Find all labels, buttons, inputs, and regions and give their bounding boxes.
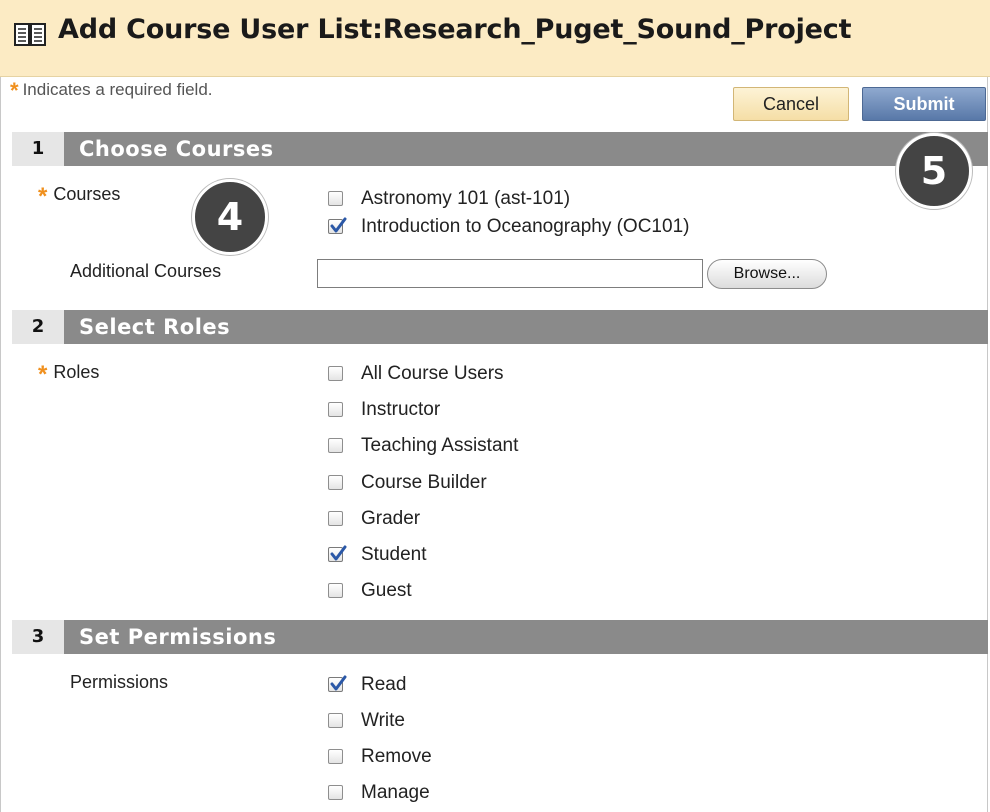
permissions-label: Permissions [70, 672, 169, 692]
checkbox[interactable] [328, 475, 343, 490]
courses-label: * Courses [38, 183, 121, 210]
step-4-badge: 4 [192, 179, 268, 255]
checkbox[interactable] [328, 583, 343, 598]
checkbox-label: Read [361, 674, 407, 695]
section-title: Select Roles [79, 315, 231, 339]
checkbox-label: Student [361, 544, 427, 565]
checkbox-label: Instructor [361, 399, 441, 420]
roles-label: * Roles [38, 361, 100, 388]
submit-button[interactable]: Submit [862, 87, 986, 121]
section-title: Set Permissions [79, 625, 277, 649]
required-field-note: * Indicates a required field. [10, 78, 213, 104]
checkbox[interactable] [328, 785, 343, 800]
section-bar-select-roles: 2 Select Roles [12, 310, 988, 344]
checkbox-label: All Course Users [361, 363, 504, 384]
checkmark-icon [330, 675, 347, 691]
checkmark-icon [330, 217, 347, 233]
checkbox[interactable] [328, 402, 343, 417]
checkbox[interactable] [328, 511, 343, 526]
section-title: Choose Courses [79, 137, 274, 161]
page-header: Add Course User List:Research_Puget_Soun… [0, 0, 990, 77]
section-bar-set-permissions: 3 Set Permissions [12, 620, 988, 654]
additional-courses-input[interactable] [317, 259, 703, 288]
checkbox-checked[interactable] [328, 675, 347, 692]
open-book-icon [13, 20, 47, 48]
browse-button[interactable]: Browse... [707, 259, 827, 289]
section-number: 1 [12, 132, 64, 166]
page-title: Add Course User List:Research_Puget_Soun… [58, 14, 852, 45]
checkbox[interactable] [328, 191, 343, 206]
checkbox-checked[interactable] [328, 545, 347, 562]
checkbox[interactable] [328, 713, 343, 728]
additional-courses-label: Additional Courses [70, 261, 222, 281]
checkbox-checked[interactable] [328, 217, 347, 234]
required-star-icon: * [10, 78, 19, 103]
required-note-text: Indicates a required field. [22, 80, 213, 99]
required-star-icon: * [38, 361, 48, 388]
section-bar-choose-courses: 1 Choose Courses [12, 132, 988, 166]
required-star-icon: * [38, 183, 48, 210]
checkbox-label: Introduction to Oceanography (OC101) [361, 216, 690, 237]
checkbox-label: Write [361, 710, 405, 731]
section-number: 3 [12, 620, 64, 654]
checkmark-icon [330, 545, 347, 561]
section-number: 2 [12, 310, 64, 344]
step-5-badge: 5 [896, 133, 972, 209]
checkbox-label: Course Builder [361, 472, 487, 493]
checkbox[interactable] [328, 749, 343, 764]
cancel-button[interactable]: Cancel [733, 87, 849, 121]
checkbox-label: Teaching Assistant [361, 435, 519, 456]
checkbox[interactable] [328, 438, 343, 453]
checkbox-label: Grader [361, 508, 421, 529]
checkbox-label: Remove [361, 746, 432, 767]
checkbox-label: Astronomy 101 (ast-101) [361, 188, 571, 209]
checkbox-label: Manage [361, 782, 430, 803]
checkbox-label: Guest [361, 580, 412, 601]
checkbox[interactable] [328, 366, 343, 381]
